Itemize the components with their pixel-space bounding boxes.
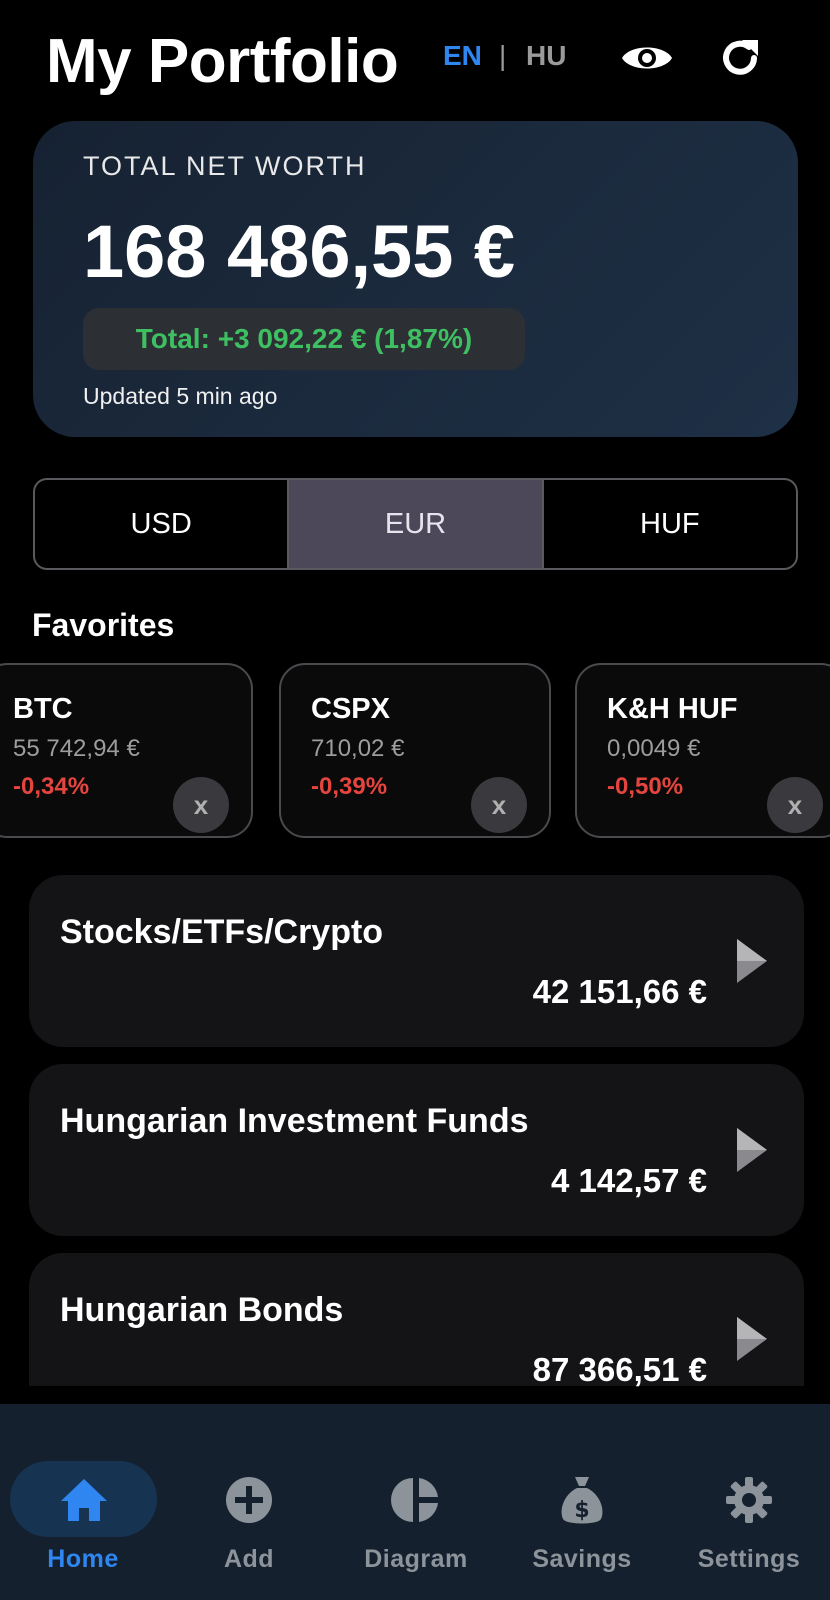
last-updated-text: Updated 5 min ago: [83, 383, 278, 409]
currency-selector: USD EUR HUF: [33, 478, 798, 570]
page-title: My Portfolio: [46, 27, 399, 96]
category-card-bonds[interactable]: Hungarian Bonds 87 366,51 €: [29, 1253, 804, 1388]
language-hu-toggle[interactable]: HU: [526, 40, 566, 72]
add-circle-icon: [221, 1472, 277, 1528]
nav-label-home: Home: [47, 1545, 119, 1573]
currency-option-usd[interactable]: USD: [35, 480, 287, 568]
svg-text:$: $: [574, 1498, 589, 1523]
category-card-investment-funds[interactable]: Hungarian Investment Funds 4 142,57 €: [29, 1064, 804, 1236]
favorite-card-btc[interactable]: BTC 55 742,94 € -0,34% x: [0, 663, 253, 838]
nav-label-savings: Savings: [532, 1545, 632, 1573]
favorite-name: BTC: [13, 693, 73, 725]
favorite-name: CSPX: [311, 693, 390, 725]
favorite-price: 55 742,94 €: [13, 735, 140, 762]
category-value: 42 151,66 €: [532, 973, 707, 1010]
chevron-right-icon: [737, 939, 767, 983]
nav-item-add[interactable]: Add: [169, 1432, 329, 1573]
remove-favorite-button[interactable]: x: [471, 777, 527, 833]
favorite-name: K&H HUF: [607, 693, 738, 725]
nav-item-settings[interactable]: Settings: [669, 1432, 829, 1573]
favorite-price: 0,0049 €: [607, 735, 701, 762]
eye-icon[interactable]: [617, 30, 677, 86]
net-worth-change-badge: Total: +3 092,22 € (1,87%): [83, 308, 525, 370]
refresh-icon[interactable]: [710, 30, 770, 86]
nav-label-diagram: Diagram: [364, 1545, 468, 1573]
remove-favorite-button[interactable]: x: [173, 777, 229, 833]
category-value: 87 366,51 €: [532, 1351, 707, 1388]
net-worth-card: TOTAL NET WORTH 168 486,55 € Total: +3 0…: [33, 121, 798, 437]
net-worth-label: TOTAL NET WORTH: [83, 151, 367, 181]
nav-item-diagram[interactable]: Diagram: [336, 1432, 496, 1573]
category-card-stocks[interactable]: Stocks/ETFs/Crypto 42 151,66 €: [29, 875, 804, 1047]
nav-item-home[interactable]: Home: [0, 1432, 160, 1573]
category-value: 4 142,57 €: [551, 1162, 707, 1199]
nav-label-settings: Settings: [697, 1545, 801, 1573]
chevron-right-icon: [737, 1128, 767, 1172]
category-name: Hungarian Investment Funds: [60, 1102, 529, 1140]
chevron-right-icon: [737, 1317, 767, 1361]
net-worth-value: 168 486,55 €: [83, 210, 516, 293]
remove-favorite-button[interactable]: x: [767, 777, 823, 833]
favorite-change: -0,39%: [311, 773, 388, 800]
nav-item-savings[interactable]: $ Savings: [502, 1432, 662, 1573]
favorite-change: -0,50%: [607, 773, 684, 800]
favorite-card-cspx[interactable]: CSPX 710,02 € -0,39% x: [279, 663, 551, 838]
currency-option-eur[interactable]: EUR: [287, 480, 542, 568]
bottom-navigation: Home Add Diagram $ Savings Settings: [0, 1404, 830, 1600]
language-en-toggle[interactable]: EN: [443, 40, 482, 72]
category-name: Hungarian Bonds: [60, 1291, 344, 1329]
favorite-change: -0,34%: [13, 773, 90, 800]
currency-option-huf[interactable]: HUF: [541, 480, 796, 568]
language-separator: |: [499, 40, 507, 71]
favorite-card-kh-huf[interactable]: K&H HUF 0,0049 € -0,50% x: [575, 663, 830, 838]
favorite-price: 710,02 €: [311, 735, 405, 762]
favorites-heading: Favorites: [32, 607, 175, 643]
net-worth-change-text: Total: +3 092,22 € (1,87%): [135, 323, 473, 354]
pie-chart-icon: [388, 1472, 444, 1528]
nav-label-add: Add: [223, 1545, 275, 1573]
gear-icon: [721, 1472, 777, 1528]
money-bag-icon: $: [554, 1472, 610, 1528]
header: My Portfolio EN | HU: [0, 0, 830, 115]
category-name: Stocks/ETFs/Crypto: [60, 913, 384, 951]
home-icon: [56, 1472, 112, 1528]
